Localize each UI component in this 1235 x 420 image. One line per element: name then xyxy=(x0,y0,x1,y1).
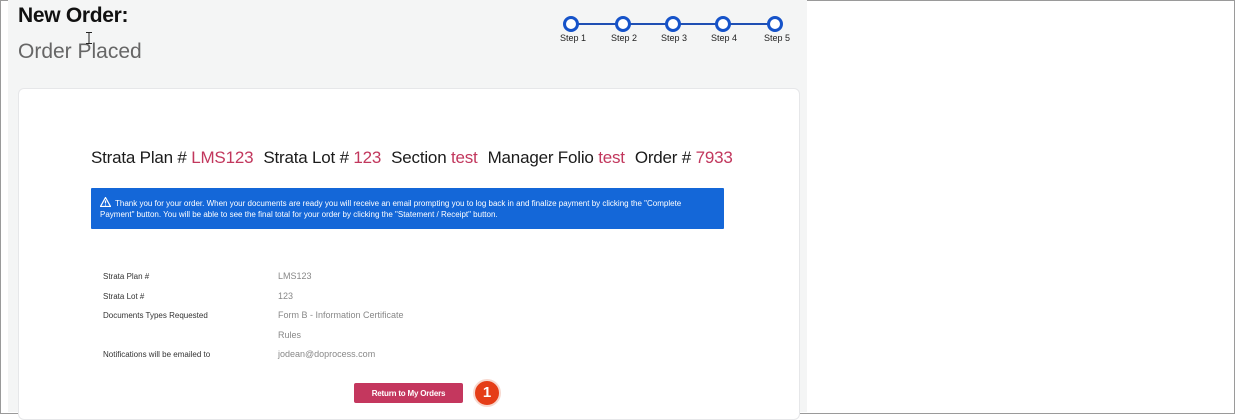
section-label: Section xyxy=(391,148,447,167)
section-value: test xyxy=(450,148,478,167)
manager-folio-label: Manager Folio xyxy=(487,148,594,167)
detail-document-item: Rules xyxy=(278,330,302,340)
order-notice-banner: Thank you for your order. When your docu… xyxy=(91,188,724,229)
step-progress: Step 1 Step 2 Step 3 Step 4 Step 5 xyxy=(559,14,801,44)
order-number-label: Order # xyxy=(634,148,692,167)
strata-plan-label: Strata Plan # xyxy=(91,148,187,167)
page-content: New Order: Order Placed Step 1 Step 2 St… xyxy=(8,0,807,420)
return-to-my-orders-button[interactable]: Return to My Orders xyxy=(354,383,463,403)
strata-lot-label: Strata Lot # xyxy=(263,148,349,167)
order-confirmation-card xyxy=(18,88,800,420)
step-3-dot[interactable] xyxy=(665,16,681,32)
order-number-value: 7933 xyxy=(695,148,733,167)
detail-strata-lot-label: Strata Lot # xyxy=(103,292,145,301)
step-4-dot[interactable] xyxy=(715,16,731,32)
detail-strata-lot-value: 123 xyxy=(278,291,294,301)
step-5-label: Step 5 xyxy=(763,33,791,43)
warning-icon xyxy=(100,197,111,207)
notice-text: Thank you for your order. When your docu… xyxy=(100,199,682,219)
page-subtitle: Order Placed xyxy=(18,40,142,63)
detail-notifications-label: Notifications will be emailed to xyxy=(103,350,211,359)
detail-document-item: Form B - Information Certificate xyxy=(278,310,404,320)
annotation-badge: 1 xyxy=(473,379,501,407)
detail-notifications-email: jodean@doprocess.com xyxy=(278,349,376,359)
page-title: New Order: xyxy=(18,4,129,27)
strata-lot-value: 123 xyxy=(353,148,382,167)
strata-plan-value: LMS123 xyxy=(191,148,254,167)
detail-documents-label: Documents Types Requested xyxy=(103,311,208,320)
order-summary-line: Strata Plan # LMS123 Strata Lot # 123 Sect… xyxy=(91,148,733,168)
step-5-dot[interactable] xyxy=(767,16,783,32)
step-2-label: Step 2 xyxy=(610,33,638,43)
text-cursor-icon xyxy=(86,32,92,44)
detail-strata-plan-label: Strata Plan # xyxy=(103,272,150,281)
detail-strata-plan-value: LMS123 xyxy=(278,271,312,281)
step-3-label: Step 3 xyxy=(660,33,688,43)
step-4-label: Step 4 xyxy=(710,33,738,43)
step-1-dot[interactable] xyxy=(563,16,579,32)
step-2-dot[interactable] xyxy=(615,16,631,32)
manager-folio-value: test xyxy=(598,148,625,167)
step-1-label: Step 1 xyxy=(559,33,587,43)
